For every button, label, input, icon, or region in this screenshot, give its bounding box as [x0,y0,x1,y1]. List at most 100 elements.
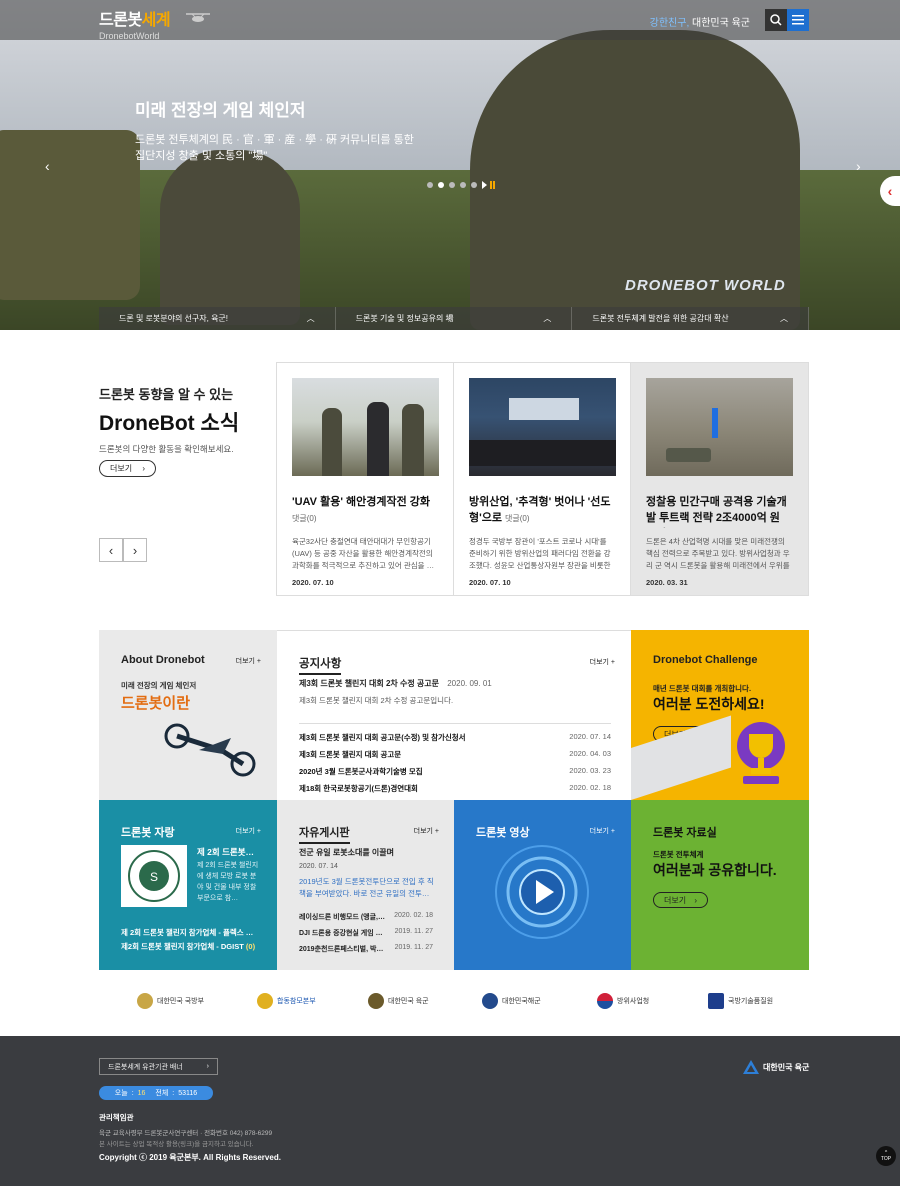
video-title: 드론봇 영상 [476,827,530,839]
search-button[interactable] [765,9,787,31]
news-cards: 'UAV 활용' 해안경계작전 강화 댓글(0) 육군32사단 충절연대 태안대… [276,362,809,596]
logo-english: DronebotWorld [99,31,160,41]
army-logo-icon [743,1060,759,1074]
about-more-link[interactable]: 더보기 + [236,656,261,666]
related-banner-select[interactable]: 드론봇세계 유관기관 배너 › [99,1058,218,1075]
news-card[interactable]: 'UAV 활용' 해안경계작전 강화 댓글(0) 육군32사단 충절연대 태안대… [277,363,454,595]
hero-tabs: 드론 및 로봇분야의 선구자, 육군! ︿ 드론봇 기술 및 정보공유의 場 ︿ 드… [99,307,810,330]
list-item[interactable]: 제2회 드론봇 챌린지 참가업체 - DGIST (0) [121,941,255,952]
hero-tab[interactable]: 드론 및 로봇분야의 선구자, 육군! ︿ [99,307,336,330]
news-card-title: 정찰용 민간구매 공격용 기술개발 투트랙 전략 2조4000억 원 투입… [646,496,787,524]
list-item[interactable]: 제 2회 드론봇 챌린지 참가업체 - 플렉스 … [121,927,269,938]
list-item[interactable]: 제18회 한국로봇항공기(드론)경연대회 2020. 02. 18 [299,783,611,794]
news-prev-button[interactable]: ‹ [99,538,123,562]
greeting-highlight: 강한친구, [649,18,690,29]
showcase-desc: 제 2회 드론봇 챌린지에 생체 모방 로봇 분야 및 건물 내부 정찰 부문으… [197,862,259,902]
drone-illustration-icon [164,723,256,777]
news-intro: 드론봇 동향을 알 수 있는 DroneBot 소식 드론봇의 다양한 활동을 … [99,384,239,455]
slider-dot[interactable] [449,182,455,188]
news-card[interactable]: 정찰용 민간구매 공격용 기술개발 투트랙 전략 2조4000억 원 투입… 드… [631,363,808,595]
notice-more-link[interactable]: 더보기 + [590,657,615,667]
list-item[interactable]: 레이싱드론 비행모드 (앵글,… 2020. 02. 18 [299,912,433,922]
top-label: TOP [880,1156,892,1162]
news-card-desc: 정경두 국방부 장관이 '포스트 코로나 시대'를 준비하기 위한 방위산업의 … [469,537,611,570]
freeboard-date: 2020. 07. 14 [299,863,338,870]
scroll-top-button[interactable]: ^ TOP [876,1146,896,1166]
university-seal-image: S [121,845,187,907]
slider-dot[interactable] [460,182,466,188]
list-item[interactable]: 제3회 드론봇 챌린지 대회 공고문(수정) 및 참가신청서 2020. 07. … [299,732,611,743]
play-pause-icon[interactable] [482,181,496,189]
news-desc: 드론봇의 다양한 활동을 확인해보세요. [99,444,234,454]
news-more-button[interactable]: 더보기 › [99,460,156,477]
freeboard-heading[interactable]: 전군 유일 로봇소대를 이끌며 [299,847,394,858]
army-logo-label: 대한민국 육군 [763,1062,810,1072]
trophy-icon [737,722,785,784]
play-video-icon[interactable] [492,842,592,942]
next-arrow-icon[interactable]: › [856,158,861,174]
chevron-up-icon: ︿ [780,314,789,323]
slider-dot[interactable] [471,182,477,188]
hero-tab-label: 드론봇 전투체계 발전을 위한 공감대 확산 [592,314,729,323]
notice-top-item[interactable]: 제3회 드론봇 챌린지 대회 2차 수정 공고문 2020. 09. 01 [299,678,492,689]
hero-subtitle: 드론봇 전투체계의 民 · 官 · 軍 · 産 · 學 · 硏 커뮤니티를 통한… [135,134,414,162]
challenge-subtitle: 매년 드론봇 대회를 개최합니다. [653,684,752,693]
slider-dot[interactable] [438,182,444,188]
news-card-date: 2020. 03. 31 [646,578,688,587]
partner-logo[interactable]: 합동참모본부 [257,993,316,1009]
hero-tab-label: 드론 및 로봇분야의 선구자, 육군! [119,314,229,323]
archive-more-button[interactable]: 더보기 › [653,892,708,908]
footer-army-logo[interactable]: 대한민국 육군 [743,1060,809,1074]
news-card-date: 2020. 07. 10 [469,578,511,587]
slider-dot[interactable] [427,182,433,188]
menu-button[interactable] [787,9,809,31]
news-next-button[interactable]: › [123,538,147,562]
hero-tab-label: 드론봇 기술 및 정보공유의 場 [355,314,454,323]
partner-logo[interactable]: 방위사업청 [597,993,649,1009]
partner-logo[interactable]: 대한민국 육군 [368,993,429,1009]
mnd-emblem-icon [137,993,153,1009]
hero-watermark: DRONEBOT WORLD [625,277,786,294]
notice-top-desc: 제3회 드론봇 챌린지 대회 2차 수정 공고문입니다. [299,696,454,705]
partner-logo[interactable]: 대한민국해군 [482,993,541,1009]
prev-arrow-icon[interactable]: ‹ [45,158,50,174]
chevron-right-icon: › [206,1063,209,1070]
showcase-more-link[interactable]: 더보기 + [236,826,261,836]
notice-list: 제3회 드론봇 챌린지 대회 공고문(수정) 및 참가신청서 2020. 07. … [299,732,611,800]
hero-tab[interactable]: 드론봇 기술 및 정보공유의 場 ︿ [336,307,573,330]
partner-logo[interactable]: 국방기술품질원 [708,993,773,1009]
chevron-left-icon: ‹ [108,542,114,558]
site-logo[interactable]: 드론봇세계 DronebotWorld [99,6,171,41]
footer-responsible: 관리책임관 [99,1113,134,1122]
freeboard-title: 자유게시판 [299,824,350,844]
about-heading: 드론봇이란 [121,695,191,712]
banner-label: 드론봇세계 유관기관 배너 [108,1063,183,1071]
header-greeting: 강한친구, 대한민국 육군 [650,14,750,29]
hero-slider: 미래 전장의 게임 체인저 드론봇 전투체계의 民 · 官 · 軍 · 産 · … [0,0,900,330]
video-panel: 드론봇 영상 더보기 + [454,800,631,970]
news-card-desc: 육군32사단 충절연대 태안대대가 무인항공기(UAV) 등 공중 자산을 활용… [292,537,435,570]
archive-panel: 드론봇 자료실 드론봇 전투체계 여러분과 공유합니다. 더보기 › [631,800,809,970]
archive-subtitle: 드론봇 전투체계 [653,850,704,859]
list-item[interactable]: 2020년 3월 드론봇군사과학기술병 모집 2020. 03. 23 [299,766,611,777]
showcase-heading[interactable]: 제 2회 드론봇… [197,846,254,858]
partner-logo[interactable]: 대한민국 국방부 [137,993,204,1009]
news-card-date: 2020. 07. 10 [292,578,334,587]
list-item[interactable]: 2019춘천드론페스티벌, 박… 2019. 11. 27 [299,944,433,954]
news-card-image [646,378,793,476]
news-card-image [469,378,616,476]
hero-tab[interactable]: 드론봇 전투체계 발전을 위한 공감대 확산 ︿ [572,307,810,330]
about-panel: About Dronebot 더보기 + 미래 전장의 게임 체인저 드론봇이란 [99,630,277,800]
hero-title: 미래 전장의 게임 체인저 [135,101,306,120]
footer-notice: 본 사이트는 상업 목적상 활용(링크)을 금지하고 있습니다. [99,1141,254,1148]
svg-text:S: S [150,870,158,884]
footer-address: 육군 교육사령부 드론봇군사연구센터 · 전화번호 042) 878-6299 [99,1130,273,1137]
freeboard-more-link[interactable]: 더보기 + [414,826,439,836]
list-item[interactable]: DJI 드론용 증강현실 게임 … 2019. 11. 27 [299,928,433,938]
news-card[interactable]: 방위산업, '추격형' 벗어나 '선도형'으로 댓글(0) 정경두 국방부 장관… [454,363,631,595]
list-item[interactable]: 제3회 드론봇 챌린지 대회 공고문 2020. 04. 03 [299,749,611,760]
search-icon [770,14,782,26]
slider-dots[interactable] [427,181,496,189]
chevron-up-icon: ︿ [543,314,552,323]
video-more-link[interactable]: 더보기 + [590,826,615,836]
